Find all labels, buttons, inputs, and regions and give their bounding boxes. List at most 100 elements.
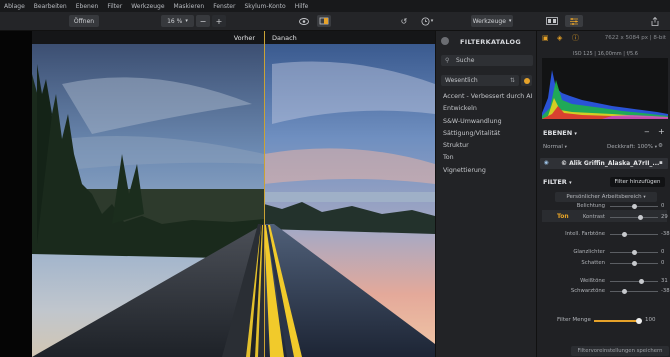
slider-label: Glanzlichter xyxy=(573,249,605,255)
tools-dropdown[interactable]: Werkzeuge ▾ xyxy=(471,15,513,27)
image-canvas[interactable]: Vorher Danach xyxy=(32,31,435,357)
filter-item-ton[interactable]: Ton xyxy=(443,154,532,166)
slider-value: 29 xyxy=(661,214,668,220)
category-value: Wesentlich xyxy=(445,77,478,84)
slider-label: Intell. Farbtöne xyxy=(565,231,605,237)
slider-track[interactable] xyxy=(610,279,658,284)
chevron-down-icon: ▾ xyxy=(185,18,188,24)
slider-label: Belichtung xyxy=(576,203,605,209)
exif-info: ISO 125 | 16,00mm | f/5.6 xyxy=(573,51,638,57)
menu-filter[interactable]: Filter xyxy=(107,3,122,10)
favorite-icon[interactable] xyxy=(521,75,532,86)
slider-handle[interactable] xyxy=(631,250,637,255)
slider-label: Schatten xyxy=(581,260,605,266)
slider-handle[interactable] xyxy=(638,279,644,284)
filter-item-saettigung[interactable]: Sättigung/Vitalität xyxy=(443,130,532,142)
histogram-icon[interactable]: ▣ xyxy=(542,34,551,43)
filter-item-accent[interactable]: Accent - Verbessert durch AI xyxy=(443,93,532,105)
menu-fenster[interactable]: Fenster xyxy=(213,3,235,10)
add-layer-button[interactable]: + xyxy=(658,127,665,136)
before-label: Vorher xyxy=(233,34,255,42)
filter-amount-value: 100 xyxy=(645,317,656,323)
slider-track[interactable] xyxy=(610,232,658,237)
layers-icon[interactable]: ◈ xyxy=(557,34,566,43)
menu-skylum-konto[interactable]: Skylum-Konto xyxy=(244,3,285,10)
filter-item-struktur[interactable]: Struktur xyxy=(443,142,532,154)
zoom-in-button[interactable]: + xyxy=(212,15,226,27)
tools-label: Werkzeuge xyxy=(472,17,506,25)
after-label: Danach xyxy=(272,34,297,42)
layer-row[interactable]: ◉ © Alik Griffin_Alaska_A7rII_... ▪ xyxy=(540,158,668,169)
slider-handle[interactable] xyxy=(622,232,628,237)
filter-item-vignettierung[interactable]: Vignettierung xyxy=(443,167,532,179)
filter-catalog-panel: FILTERKATALOG ⚲ Suche Wesentlich ⇅ Accen… xyxy=(435,31,536,357)
filter-amount-slider[interactable] xyxy=(594,320,639,322)
chevron-updown-icon: ⇅ xyxy=(509,77,515,84)
compare-icon[interactable] xyxy=(317,15,331,27)
adjustments-icon[interactable] xyxy=(565,15,583,27)
layers-section-title[interactable]: EBENEN ▾ xyxy=(543,129,577,137)
menu-maskieren[interactable]: Maskieren xyxy=(174,3,205,10)
slider-value: 31 xyxy=(661,278,668,284)
save-filter-preset-button[interactable]: Filtervoreinstellungen speichern xyxy=(571,346,669,356)
slider-label: Kontrast xyxy=(582,214,605,220)
menu-werkzeuge[interactable]: Werkzeuge xyxy=(131,3,164,10)
toolbar: Öffnen 16 % ▾ − + ↺ ▾ Werkzeuge ▾ xyxy=(0,12,670,31)
compare-divider[interactable] xyxy=(264,31,265,357)
left-margin xyxy=(0,31,32,357)
slider-track[interactable] xyxy=(610,289,658,294)
slider-value: -38 xyxy=(661,231,670,237)
image-dimensions: 7622 x 5084 px | 8-bit xyxy=(604,35,666,41)
slider-track[interactable] xyxy=(610,204,658,209)
workspace-preset-select[interactable]: Persönlicher Arbeitsbereich ▾ xyxy=(555,192,657,202)
filter-amount-handle[interactable] xyxy=(636,318,642,324)
lock-icon: ▪ xyxy=(659,160,663,166)
filter-amount-label: Filter Menge xyxy=(557,317,591,323)
menu-bar: Ablage Bearbeiten Ebenen Filter Werkzeug… xyxy=(0,0,670,12)
chevron-down-icon: ▾ xyxy=(508,18,512,24)
search-input[interactable]: ⚲ Suche xyxy=(441,55,533,66)
filter-section-title[interactable]: FILTER ▾ xyxy=(543,178,572,186)
slider-value: -38 xyxy=(661,288,670,294)
zoom-dropdown[interactable]: 16 % ▾ xyxy=(161,15,194,27)
open-button[interactable]: Öffnen xyxy=(69,15,99,27)
visibility-icon[interactable]: ◉ xyxy=(544,160,549,166)
menu-ablage[interactable]: Ablage xyxy=(4,3,25,10)
remove-layer-button[interactable]: − xyxy=(644,128,650,136)
slider-value: 0 xyxy=(661,249,665,255)
menu-ebenen[interactable]: Ebenen xyxy=(76,3,99,10)
slider-handle[interactable] xyxy=(622,289,628,294)
gear-icon[interactable]: ⚙ xyxy=(658,143,663,149)
close-icon[interactable] xyxy=(441,37,449,45)
eye-icon[interactable] xyxy=(297,15,311,27)
category-select[interactable]: Wesentlich ⇅ xyxy=(441,75,519,86)
slider-track[interactable] xyxy=(610,261,658,266)
filmstrip-icon[interactable] xyxy=(543,15,560,27)
histogram xyxy=(542,58,668,119)
slider-handle[interactable] xyxy=(631,261,637,266)
opacity-control[interactable]: Deckkraft: 100% ▾ xyxy=(607,144,657,150)
blend-mode-select[interactable]: Normal ▾ xyxy=(543,144,567,150)
slider-value: 0 xyxy=(661,260,665,266)
slider-track[interactable] xyxy=(610,215,658,220)
panel-tabs: ▣ ◈ ⓘ xyxy=(542,34,587,43)
filter-item-entwickeln[interactable]: Entwickeln xyxy=(443,105,532,117)
search-icon: ⚲ xyxy=(445,57,450,64)
zoom-value: 16 % xyxy=(167,17,183,25)
zoom-out-button[interactable]: − xyxy=(196,15,210,27)
menu-bearbeiten[interactable]: Bearbeiten xyxy=(34,3,67,10)
history-icon[interactable]: ▾ xyxy=(418,15,436,27)
undo-icon[interactable]: ↺ xyxy=(397,15,411,27)
slider-label: Weißtöne xyxy=(580,278,605,284)
add-filter-button[interactable]: Filter hinzufügen xyxy=(610,177,665,187)
layer-name: © Alik Griffin_Alaska_A7rII_... xyxy=(561,160,660,167)
menu-hilfe[interactable]: Hilfe xyxy=(295,3,309,10)
catalog-title: FILTERKATALOG xyxy=(460,38,521,46)
filter-item-sw[interactable]: S&W-Umwandlung xyxy=(443,118,532,130)
slider-handle[interactable] xyxy=(631,204,637,209)
slider-track[interactable] xyxy=(610,250,658,255)
info-icon[interactable]: ⓘ xyxy=(572,34,581,43)
filter-list: Accent - Verbessert durch AI Entwickeln … xyxy=(443,93,532,179)
share-icon[interactable] xyxy=(648,15,662,27)
right-panel: ▣ ◈ ⓘ 7622 x 5084 px | 8-bit ISO 125 | 1… xyxy=(536,31,670,357)
